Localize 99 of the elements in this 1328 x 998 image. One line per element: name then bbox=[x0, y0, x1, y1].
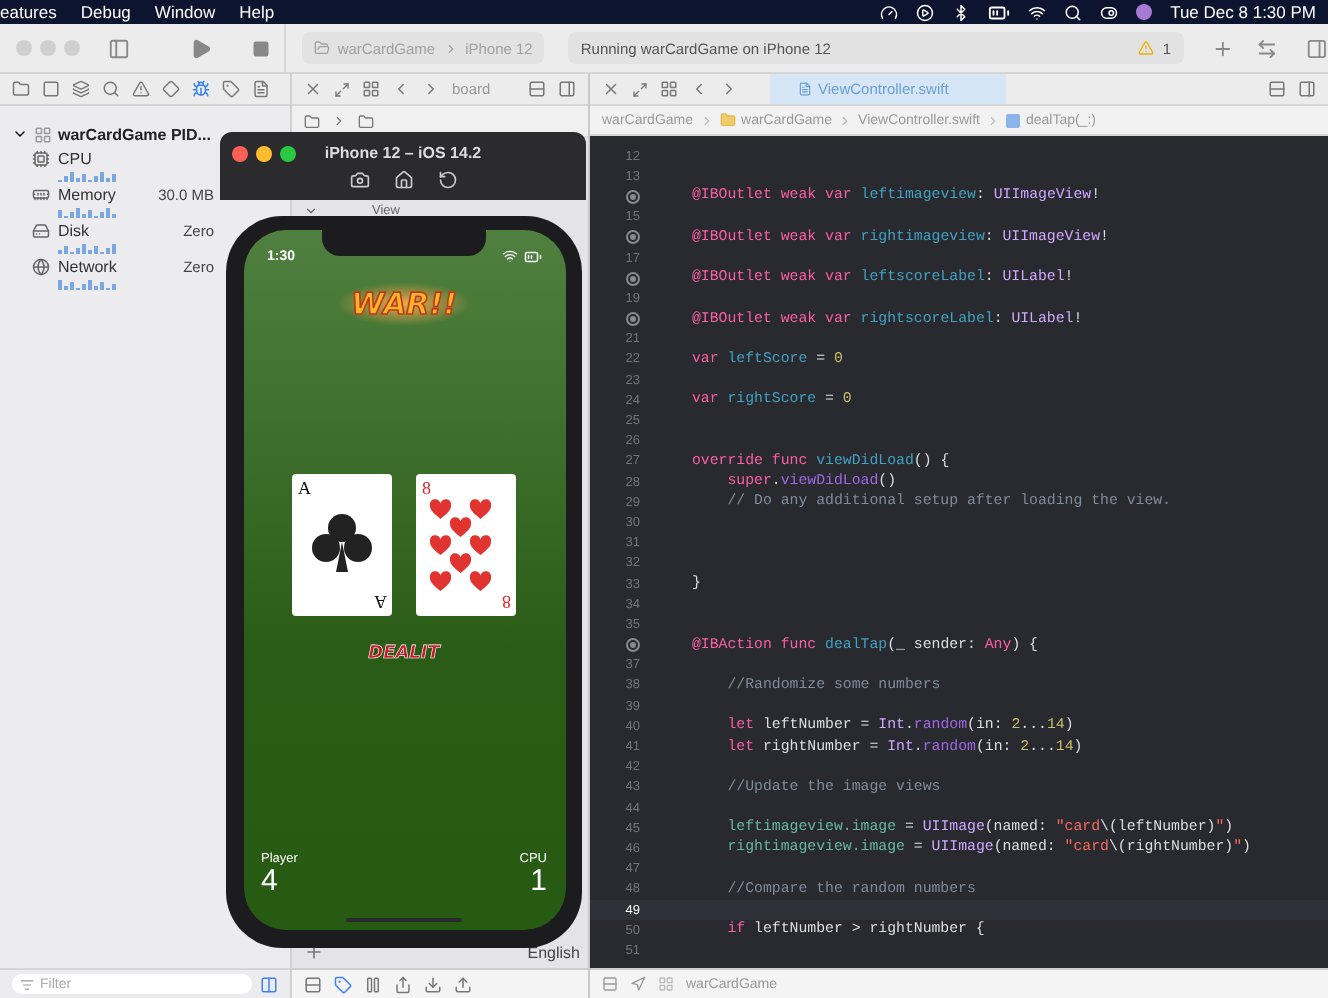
close-icon[interactable] bbox=[304, 80, 322, 98]
screenshot-icon[interactable] bbox=[349, 169, 369, 189]
usage-graph bbox=[58, 242, 118, 254]
stop-icon[interactable] bbox=[252, 39, 270, 57]
location-icon[interactable] bbox=[630, 976, 646, 992]
folder-icon bbox=[313, 40, 330, 56]
usage-graph bbox=[58, 278, 118, 290]
gauge-label[interactable]: CPU bbox=[58, 150, 158, 168]
simulator-title: iPhone 12 – iOS 14.2 bbox=[324, 143, 482, 161]
list-icon[interactable] bbox=[1268, 80, 1286, 98]
app-icon bbox=[658, 976, 674, 992]
rotate-icon[interactable] bbox=[437, 169, 457, 189]
console-icon[interactable] bbox=[602, 976, 618, 992]
chevron-right-icon bbox=[699, 113, 714, 127]
outlet-connection-icon[interactable] bbox=[626, 312, 640, 327]
forward-icon[interactable] bbox=[422, 80, 440, 98]
report-icon[interactable] bbox=[252, 80, 270, 98]
outlet-connection-icon[interactable] bbox=[626, 189, 640, 204]
menu-item[interactable]: Debug bbox=[80, 2, 131, 22]
sidebar-toggle-icon[interactable] bbox=[108, 37, 130, 59]
wifi-icon bbox=[501, 248, 517, 264]
minimize-button[interactable] bbox=[256, 146, 272, 162]
close-button[interactable] bbox=[232, 146, 248, 162]
outlet-connection-icon[interactable] bbox=[626, 230, 640, 245]
usage-graph bbox=[58, 170, 118, 182]
game-logo: WAR!! bbox=[335, 282, 473, 326]
run-icon[interactable] bbox=[190, 37, 212, 59]
expand-icon[interactable] bbox=[334, 81, 350, 97]
menu-item[interactable]: eatures bbox=[0, 2, 57, 22]
columns-icon[interactable] bbox=[260, 975, 278, 993]
folder-icon[interactable] bbox=[358, 113, 374, 129]
back-icon[interactable] bbox=[690, 80, 708, 98]
zoom-button[interactable] bbox=[280, 146, 296, 162]
process-row[interactable]: warCardGame PID... bbox=[12, 122, 211, 146]
diamond-icon[interactable] bbox=[162, 80, 180, 98]
chevron-right-icon bbox=[838, 113, 853, 127]
control-center-icon[interactable] bbox=[1100, 3, 1119, 21]
network-icon bbox=[32, 258, 50, 276]
memory-icon bbox=[32, 186, 50, 204]
home-indicator bbox=[346, 918, 462, 922]
gauge-icon[interactable] bbox=[880, 3, 899, 21]
outlet-connection-icon[interactable] bbox=[626, 638, 640, 653]
panel-icon[interactable] bbox=[558, 80, 576, 98]
grid-icon[interactable] bbox=[660, 80, 678, 98]
share-icon[interactable] bbox=[394, 975, 412, 993]
chevron-down-icon[interactable] bbox=[304, 204, 318, 218]
square-icon[interactable] bbox=[42, 80, 60, 98]
upload-icon[interactable] bbox=[454, 975, 472, 993]
add-icon[interactable] bbox=[304, 942, 324, 962]
tag-icon[interactable] bbox=[334, 975, 352, 993]
battery-icon[interactable] bbox=[988, 1, 1011, 23]
debug-icon[interactable] bbox=[192, 80, 210, 98]
chevron-down-icon[interactable] bbox=[12, 126, 28, 142]
folder-icon[interactable] bbox=[304, 113, 320, 129]
grid-icon[interactable] bbox=[362, 80, 380, 98]
menu-item[interactable]: Help bbox=[239, 2, 275, 22]
swap-arrows-icon[interactable] bbox=[1256, 37, 1279, 59]
menu-item[interactable]: Window bbox=[154, 2, 216, 22]
gauge-label[interactable]: Disk bbox=[58, 222, 158, 240]
close-icon[interactable] bbox=[602, 80, 620, 98]
gauge-label[interactable]: Memory bbox=[58, 186, 158, 204]
panel-icon[interactable] bbox=[1298, 80, 1316, 98]
chevron-right-icon bbox=[443, 41, 458, 55]
wifi-icon[interactable] bbox=[1028, 3, 1047, 21]
panel-icon[interactable] bbox=[304, 975, 322, 993]
folder-icon[interactable] bbox=[12, 80, 30, 98]
download-icon[interactable] bbox=[424, 975, 442, 993]
pause-icon[interactable] bbox=[364, 975, 382, 993]
method-icon bbox=[1005, 113, 1020, 127]
back-icon[interactable] bbox=[392, 80, 410, 98]
file-icon bbox=[798, 82, 812, 96]
tag-icon[interactable] bbox=[222, 80, 240, 98]
card-rank: A bbox=[298, 480, 311, 498]
score-value: 1 bbox=[530, 865, 547, 898]
expand-icon[interactable] bbox=[632, 81, 648, 97]
chevron-right-icon bbox=[332, 114, 346, 128]
language-label[interactable]: English bbox=[527, 943, 580, 961]
menu-bar-clock[interactable]: Tue Dec 8 1:30 PM bbox=[1170, 2, 1316, 22]
list-icon[interactable] bbox=[528, 80, 546, 98]
home-icon[interactable] bbox=[393, 169, 413, 189]
folder-icon bbox=[719, 112, 736, 128]
forward-icon[interactable] bbox=[720, 80, 738, 98]
score-value: 4 bbox=[261, 865, 278, 898]
app-icon bbox=[34, 125, 52, 143]
outlet-connection-icon[interactable] bbox=[626, 271, 640, 286]
inspector-toggle-icon[interactable] bbox=[1306, 37, 1328, 59]
card-rank: 8 bbox=[501, 592, 510, 610]
layers-icon[interactable] bbox=[72, 80, 90, 98]
warning-icon[interactable] bbox=[132, 80, 150, 98]
play-circle-icon[interactable] bbox=[916, 3, 935, 21]
card-rank: 8 bbox=[422, 480, 431, 498]
bluetooth-icon[interactable] bbox=[952, 3, 971, 21]
battery-icon bbox=[523, 248, 541, 266]
card-rank: A bbox=[373, 592, 386, 610]
gauge-label[interactable]: Network bbox=[58, 258, 158, 276]
usage-graph bbox=[58, 206, 118, 218]
cpu-icon bbox=[32, 150, 50, 168]
chevron-right-icon bbox=[985, 113, 1000, 127]
filter-icon bbox=[20, 977, 34, 991]
